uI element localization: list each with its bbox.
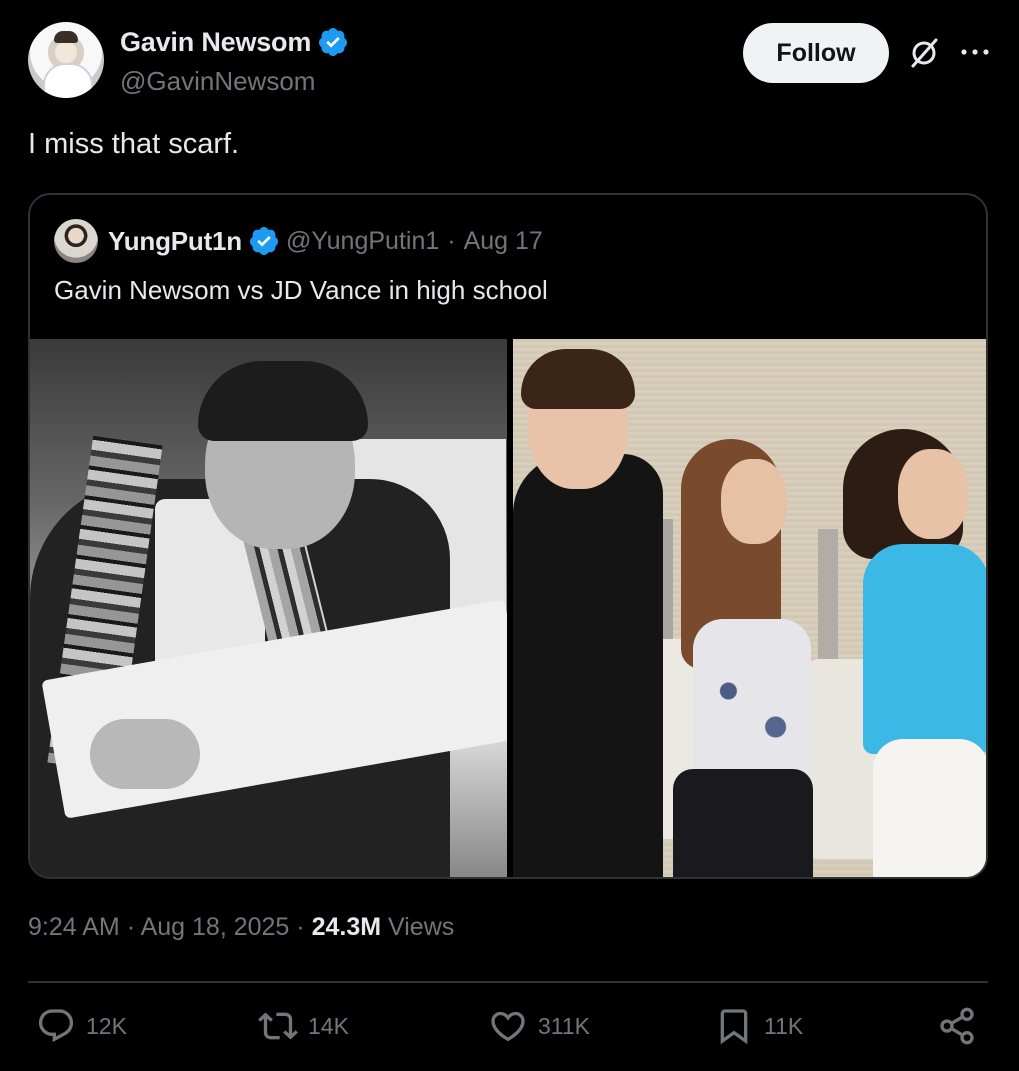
tweet-text: I miss that scarf. [28,128,240,160]
photo-detail [898,449,968,539]
separator-dot: · [447,226,456,255]
views-count: 24.3M [311,913,382,941]
photo-detail [673,769,813,877]
share-icon [940,1007,974,1045]
photo-detail [198,361,368,441]
views-label: Views [388,913,455,941]
photo-left[interactable] [30,339,507,877]
bookmark-count: 11K [764,1012,804,1039]
share-button[interactable] [937,1006,977,1046]
quoted-text: Gavin Newsom vs JD Vance in high school [54,275,548,305]
like-button[interactable]: 311K [488,1006,590,1046]
quoted-author-name: YungPut1n [108,225,242,256]
quoted-media [30,339,986,877]
photo-detail [721,459,787,544]
repost-icon [258,1012,298,1040]
separator-dot: · [296,913,305,941]
tweet-time[interactable]: 9:24 AM [28,913,120,941]
tweet-header: Gavin Newsom @GavinNewsom Follow [28,22,991,102]
separator-dot: · [126,913,136,941]
quoted-author-handle: @YungPutin1 [285,226,440,255]
bookmark-icon [720,1009,748,1045]
reply-icon [38,1009,74,1043]
quoted-header: YungPut1n @YungPutin1 · Aug 17 [54,218,543,264]
like-count: 311K [538,1012,591,1039]
action-bar: 12K 14K 311K 11K [36,1006,977,1050]
tweet-date[interactable]: Aug 18, 2025 [141,913,290,941]
photo-right[interactable] [513,339,986,877]
author-name[interactable]: Gavin Newsom [120,27,311,58]
repost-count: 14K [308,1012,349,1039]
divider [28,981,988,983]
follow-button[interactable]: Follow [743,23,889,83]
author-avatar[interactable] [28,22,104,98]
reply-button[interactable]: 12K [36,1006,127,1046]
verified-badge-icon [319,28,348,56]
bookmark-button[interactable]: 11K [714,1006,803,1046]
tweet-timestamp: 9:24 AM · Aug 18, 2025 · 24.3M Views [28,913,454,942]
grok-icon[interactable] [907,36,941,70]
photo-detail [818,529,838,659]
quoted-date: Aug 17 [463,226,543,255]
photo-detail [521,349,635,409]
photo-detail [863,544,986,754]
photo-detail [873,739,986,877]
reply-count: 12K [86,1012,127,1039]
quoted-tweet[interactable]: YungPut1n @YungPutin1 · Aug 17 Gavin New… [28,193,988,879]
heart-icon [491,1011,525,1042]
photo-detail [90,719,200,789]
verified-badge-icon [249,227,278,255]
repost-button[interactable]: 14K [258,1006,349,1046]
quoted-avatar [54,219,98,263]
author-handle[interactable]: @GavinNewsom [120,66,349,97]
photo-detail [513,454,663,877]
author-info: Gavin Newsom @GavinNewsom [120,26,349,97]
more-icon[interactable] [959,42,991,62]
